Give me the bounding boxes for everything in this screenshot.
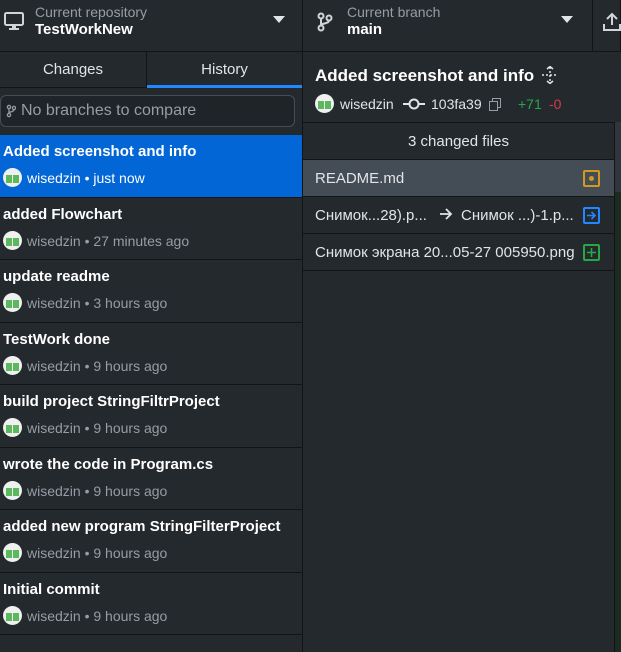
commit-title: Added screenshot and info: [3, 143, 197, 160]
branch-icon: [6, 104, 17, 123]
file-name: Снимок...28).p...: [315, 207, 427, 224]
commit-sha: 103fa39: [431, 96, 482, 112]
file-new-name: Снимок ...)-1.p...: [461, 207, 574, 224]
branch-compare: [0, 95, 295, 127]
repository-name: TestWorkNew: [35, 21, 133, 38]
commit-title: update readme: [3, 268, 110, 285]
commit-title: wrote the code in Program.cs: [3, 455, 214, 473]
repository-label: Current repository: [35, 4, 148, 20]
commit-list-item[interactable]: added Flowchart wisedzin • 27 minutes ag…: [0, 198, 302, 260]
desktop-icon: [4, 12, 24, 35]
branch-icon: [317, 12, 333, 37]
expand-icon[interactable]: [541, 65, 559, 89]
commit-meta: wisedzin • 3 hours ago: [27, 295, 168, 311]
avatar: [3, 418, 22, 437]
file-added-icon: [583, 244, 600, 261]
tab-changes[interactable]: Changes: [0, 52, 147, 88]
commit-summary: Added screenshot and info wisedzin 103fa…: [303, 52, 621, 122]
repository-selector[interactable]: Current repository TestWorkNew: [0, 0, 303, 52]
avatar: [3, 293, 22, 312]
avatar: [3, 605, 22, 625]
commit-meta: wisedzin • 9 hours ago: [27, 420, 168, 436]
diff-viewer-edge: [615, 122, 621, 652]
file-name: Снимок экрана 20...05-27 005950.png: [315, 244, 575, 261]
file-name: README.md: [315, 170, 405, 187]
changed-files-list: 3 changed files README.md Снимок...28).p…: [303, 122, 615, 652]
commit-meta: wisedzin • just now: [27, 170, 145, 186]
toolbar: Current repository TestWorkNew Current b…: [0, 0, 621, 52]
branch-name: main: [347, 21, 383, 38]
arrow-right-icon: [439, 207, 453, 226]
tab-history[interactable]: History: [147, 52, 302, 88]
commit-meta: wisedzin • 9 hours ago: [27, 607, 168, 624]
commit-list-item[interactable]: update readme wisedzin • 3 hours ago: [0, 260, 302, 323]
changed-files-header: 3 changed files: [303, 123, 614, 160]
commit-meta: wisedzin • 9 hours ago: [27, 545, 168, 561]
sidebar-tabs: Changes History: [0, 52, 302, 88]
deletions-count: -0: [549, 96, 562, 112]
upload-icon: [603, 12, 621, 37]
commit-details-pane: Added screenshot and info wisedzin 103fa…: [303, 52, 621, 652]
commit-list-item[interactable]: Initial commit wisedzin • 9 hours ago: [0, 573, 302, 635]
avatar: [315, 94, 334, 113]
file-list-item[interactable]: README.md: [303, 160, 614, 197]
commit-meta: wisedzin • 27 minutes ago: [27, 232, 190, 249]
commit-detail-title: Added screenshot and info: [315, 66, 535, 85]
commit-title: build project StringFiltrProject: [3, 393, 220, 410]
branch-selector[interactable]: Current branch main: [303, 0, 593, 52]
avatar: [3, 168, 22, 187]
chevron-down-icon: [561, 16, 573, 23]
additions-count: +71: [518, 96, 542, 112]
commit-list-item[interactable]: wrote the code in Program.cs wisedzin • …: [0, 448, 302, 510]
push-button[interactable]: [593, 0, 621, 52]
copy-icon[interactable]: [489, 98, 501, 116]
commit-meta: wisedzin • 9 hours ago: [27, 357, 168, 374]
chevron-down-icon: [273, 16, 285, 23]
commit-meta: wisedzin • 9 hours ago: [27, 482, 168, 499]
commit-list: Added screenshot and info wisedzin • jus…: [0, 135, 302, 635]
file-list-item[interactable]: Снимок...28).p... Снимок ...)-1.p...: [303, 197, 614, 234]
sidebar: Changes History Added screenshot and inf…: [0, 52, 303, 652]
commit-list-item[interactable]: build project StringFiltrProject wisedzi…: [0, 385, 302, 448]
avatar: [3, 230, 22, 250]
commit-title: TestWork done: [3, 330, 110, 348]
commit-author: wisedzin: [340, 96, 394, 112]
file-modified-icon: [583, 170, 600, 187]
file-renamed-icon: [583, 207, 600, 224]
compare-branch-input[interactable]: [21, 99, 289, 123]
commit-title: Initial commit: [3, 580, 100, 598]
commit-title: added Flowchart: [3, 205, 123, 223]
commit-title: added new program StringFilterProject: [3, 518, 281, 535]
file-list-item[interactable]: Снимок экрана 20...05-27 005950.png: [303, 234, 614, 271]
commit-icon: [403, 97, 425, 116]
avatar: [3, 355, 22, 375]
commit-list-item[interactable]: TestWork done wisedzin • 9 hours ago: [0, 323, 302, 385]
commit-list-item[interactable]: Added screenshot and info wisedzin • jus…: [0, 135, 302, 198]
avatar: [3, 543, 22, 562]
branch-label: Current branch: [347, 4, 441, 20]
avatar: [3, 480, 22, 500]
commit-list-item[interactable]: added new program StringFilterProject wi…: [0, 510, 302, 573]
